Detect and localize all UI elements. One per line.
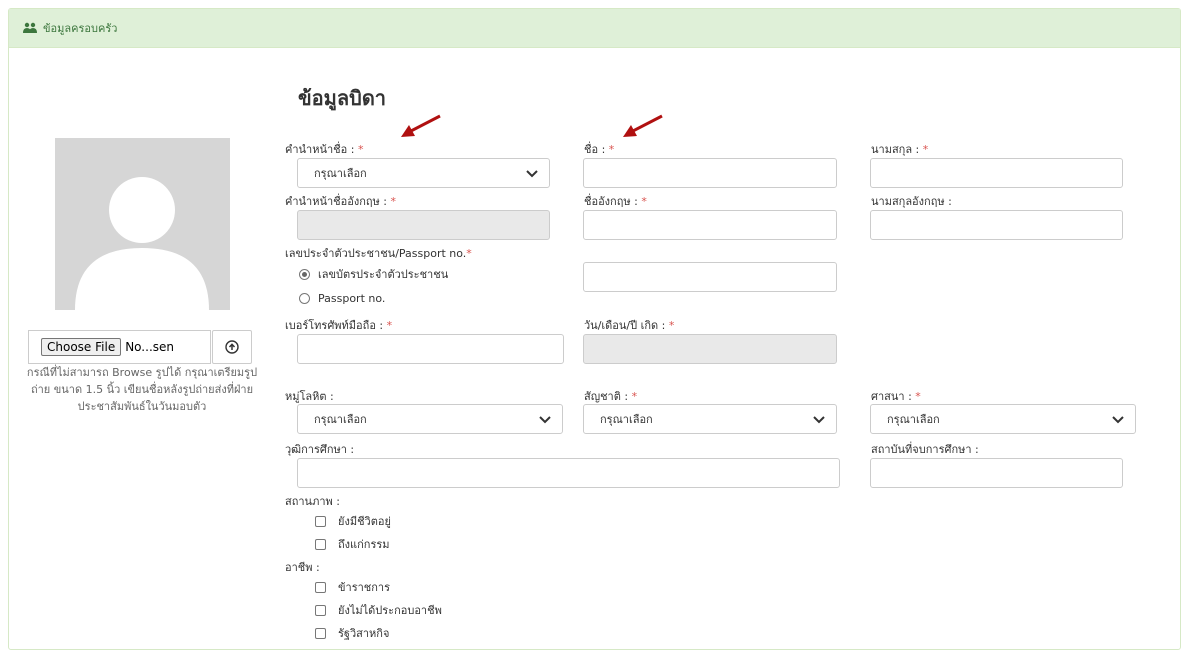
- radio-passport-label: Passport no.: [318, 292, 386, 305]
- last-name-en-label: นามสกุลอังกฤษ :: [871, 195, 952, 208]
- radio-national-id[interactable]: เลขบัตรประจำตัวประชาชน: [299, 265, 448, 283]
- occupation-label: อาชีพ :: [285, 561, 320, 574]
- checkbox[interactable]: [315, 581, 326, 593]
- id-type-label: เลขประจำตัวประชาชน/Passport no.*: [285, 247, 472, 260]
- first-name-en-input[interactable]: [583, 210, 837, 240]
- prefix-select-value: กรุณาเลือก: [314, 167, 367, 180]
- status-alive-checkbox[interactable]: ยังมีชีวิตอยู่: [315, 512, 391, 530]
- radio-button[interactable]: [299, 268, 310, 280]
- nationality-label: สัญชาติ : *: [584, 390, 638, 403]
- radio-national-id-label: เลขบัตรประจำตัวประชาชน: [318, 268, 449, 281]
- institution-input[interactable]: [870, 458, 1123, 488]
- last-name-label: นามสกุล : *: [871, 143, 929, 156]
- nationality-select-value: กรุณาเลือก: [600, 413, 653, 426]
- file-name-text: No...sen: [125, 340, 174, 354]
- file-input[interactable]: Choose File No...sen: [28, 330, 211, 364]
- chevron-down-icon: [539, 416, 551, 424]
- checkbox[interactable]: [315, 538, 326, 550]
- religion-select[interactable]: กรุณาเลือก: [870, 404, 1136, 434]
- users-icon: [23, 22, 37, 33]
- chevron-down-icon: [813, 416, 825, 424]
- blood-select[interactable]: กรุณาเลือก: [297, 404, 563, 434]
- checkbox[interactable]: [315, 604, 326, 616]
- occupation-none-label: ยังไม่ได้ประกอบอาชีพ: [338, 604, 442, 617]
- occupation-state-label: รัฐวิสาหกิจ: [338, 627, 390, 640]
- radio-passport[interactable]: Passport no.: [299, 292, 385, 305]
- phone-label: เบอร์โทรศัพท์มือถือ : *: [285, 319, 393, 332]
- birthdate-label: วัน/เดือน/ปี เกิด : *: [584, 319, 675, 332]
- occupation-state-checkbox[interactable]: รัฐวิสาหกิจ: [315, 624, 389, 642]
- occupation-none-checkbox[interactable]: ยังไม่ได้ประกอบอาชีพ: [315, 601, 442, 619]
- checkbox[interactable]: [315, 627, 326, 639]
- religion-select-value: กรุณาเลือก: [887, 413, 940, 426]
- first-name-en-label: ชื่ออังกฤษ : *: [584, 195, 647, 208]
- institution-label: สถาบันที่จบการศึกษา :: [871, 443, 979, 456]
- photo-hint: กรณีที่ไม่สามารถ Browse รูปได้ กรุณาเตรี…: [26, 366, 258, 413]
- last-name-en-input[interactable]: [870, 210, 1123, 240]
- prefix-label: คำนำหน้าชื่อ : *: [285, 143, 364, 156]
- prefix-en-label: คำนำหน้าชื่ออังกฤษ : *: [285, 195, 397, 208]
- blood-select-value: กรุณาเลือก: [314, 413, 367, 426]
- upload-button[interactable]: [212, 330, 252, 364]
- panel-title: ข้อมูลครอบครัว: [43, 22, 118, 35]
- chevron-down-icon: [1112, 416, 1124, 424]
- avatar-icon: [75, 177, 209, 310]
- occupation-gov-checkbox[interactable]: ข้าราชการ: [315, 578, 390, 596]
- radio-button[interactable]: [299, 293, 310, 304]
- panel-header: ข้อมูลครอบครัว: [9, 9, 1180, 48]
- blood-label: หมู่โลหิต :: [285, 390, 334, 403]
- first-name-label: ชื่อ : *: [584, 143, 615, 156]
- prefix-en-input[interactable]: [297, 210, 550, 240]
- nationality-select[interactable]: กรุณาเลือก: [583, 404, 837, 434]
- last-name-input[interactable]: [870, 158, 1123, 188]
- upload-circle-arrow-icon: [225, 340, 239, 354]
- education-label: วุฒิการศึกษา :: [285, 443, 355, 456]
- first-name-input[interactable]: [583, 158, 837, 188]
- red-arrow-icon: [401, 114, 441, 137]
- religion-label: ศาสนา : *: [871, 390, 921, 403]
- occupation-gov-label: ข้าราชการ: [338, 581, 390, 594]
- prefix-select[interactable]: กรุณาเลือก: [297, 158, 550, 188]
- status-alive-label: ยังมีชีวิตอยู่: [338, 515, 391, 528]
- status-deceased-checkbox[interactable]: ถึงแก่กรรม: [315, 535, 390, 553]
- checkbox[interactable]: [315, 515, 326, 527]
- status-label: สถานภาพ :: [285, 495, 340, 508]
- avatar-placeholder: [55, 138, 230, 310]
- choose-file-button[interactable]: Choose File: [41, 338, 122, 356]
- education-input[interactable]: [297, 458, 840, 488]
- id-number-input[interactable]: [583, 262, 837, 292]
- phone-input[interactable]: [297, 334, 564, 364]
- red-arrow-icon: [623, 114, 663, 137]
- status-deceased-label: ถึงแก่กรรม: [338, 538, 390, 551]
- section-title: ข้อมูลบิดา: [298, 86, 387, 110]
- chevron-down-icon: [526, 170, 538, 178]
- birthdate-input[interactable]: [583, 334, 837, 364]
